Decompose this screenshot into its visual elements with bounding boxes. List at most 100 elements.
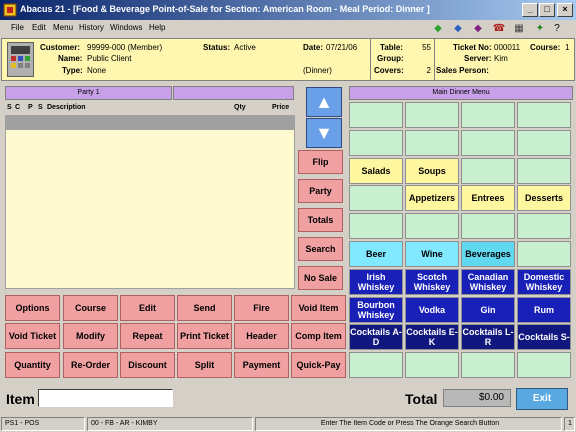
menu-cell-cocktails-l-r[interactable]: Cocktails L-R [461,324,515,351]
menu-cell-empty[interactable] [349,102,403,128]
table-label: Table: [380,43,403,52]
menu-cell-empty[interactable] [405,352,459,379]
menu-cell-empty[interactable] [405,102,459,128]
menu-cell-cocktails-e-k[interactable]: Cocktails E-K [405,324,459,351]
menu-history[interactable]: History [79,23,104,32]
order-item-list[interactable] [5,129,295,289]
menu-cell-vodka[interactable]: Vodka [405,296,459,323]
menu-cell-gin[interactable]: Gin [461,296,515,323]
menu-cell-soups[interactable]: Soups [405,157,459,184]
void-ticket-button[interactable]: Void Ticket [5,323,60,349]
salesperson-label: Sales Person: [436,66,489,75]
menu-cell-entrees[interactable]: Entrees [461,185,515,212]
menu-cell-cocktails-s[interactable]: Cocktails S- [517,324,571,351]
edit-button[interactable]: Edit [120,295,175,321]
total-label: Total [405,391,438,407]
run-icon[interactable]: ✦ [532,21,548,36]
menu-cell-empty[interactable] [349,185,403,212]
menu-title: Main Dinner Menu [349,86,573,100]
search-button[interactable]: Search [298,237,343,261]
menu-cell-empty[interactable] [349,352,403,379]
menu-windows[interactable]: Windows [110,23,142,32]
payment-button[interactable]: Payment [234,352,289,378]
menu-cell-appetizers[interactable]: Appetizers [405,185,459,212]
item-code-input[interactable] [38,389,173,407]
maximize-button[interactable]: □ [539,3,555,17]
menu-cell-empty[interactable] [461,102,515,128]
send-button[interactable]: Send [177,295,232,321]
arrow-left-icon[interactable]: ◆ [430,21,446,36]
void-item-button[interactable]: Void Item [291,295,346,321]
menu-cell-empty[interactable] [517,352,571,379]
close-button[interactable]: × [557,3,573,17]
type-label: Type: [62,66,83,75]
menu-cell-empty[interactable] [517,241,571,267]
menu-cell-empty[interactable] [405,129,459,156]
print-ticket-button[interactable]: Print Ticket [177,323,232,349]
menu-cell-beverages[interactable]: Beverages [461,241,515,267]
party-tab-empty[interactable] [173,86,294,100]
menu-cell-irish-whiskey[interactable]: Irish Whiskey [349,268,403,295]
menu-cell-empty[interactable] [461,129,515,156]
menu-cell-empty[interactable] [461,213,515,240]
menu-cell-scotch-whiskey[interactable]: Scotch Whiskey [405,268,459,295]
scroll-down-button[interactable]: ▼ [306,118,342,148]
menu-cell-salads[interactable]: Salads [349,157,403,184]
discount-button[interactable]: Discount [120,352,175,378]
phone-icon[interactable]: ☎ [491,21,507,36]
menu-cell-bourbon-whiskey[interactable]: Bourbon Whiskey [349,296,403,323]
totals-button[interactable]: Totals [298,208,343,232]
scroll-up-button[interactable]: ▲ [306,87,342,117]
menu-cell-empty[interactable] [349,213,403,240]
menu-menu[interactable]: Menu [53,23,73,32]
arrow-right-icon[interactable]: ◆ [450,21,466,36]
repeat-button[interactable]: Repeat [120,323,175,349]
calculator-icon[interactable]: ▦ [511,21,527,36]
party-tab[interactable]: Party 1 [5,86,172,100]
header-button[interactable]: Header [234,323,289,349]
menu-cell-cocktails-a-d[interactable]: Cocktails A-D [349,324,403,351]
menu-edit[interactable]: Edit [32,23,46,32]
customer-label: Customer: [40,43,81,52]
fire-button[interactable]: Fire [234,295,289,321]
modify-button[interactable]: Modify [63,323,118,349]
split-button[interactable]: Split [177,352,232,378]
no-sale-button[interactable]: No Sale [298,266,343,290]
menu-cell-beer[interactable]: Beer [349,241,403,267]
menu-file[interactable]: File [11,23,24,32]
menu-cell-empty[interactable] [517,213,571,240]
app-icon [3,3,17,17]
help-icon[interactable]: ? [549,21,565,36]
server-value: Kim [494,54,508,63]
diamond-icon[interactable]: ◆ [470,21,486,36]
menu-cell-empty[interactable] [517,102,571,128]
course-button[interactable]: Course [63,295,118,321]
exit-button[interactable]: Exit [516,388,568,410]
header-divider [370,39,371,80]
options-button[interactable]: Options [5,295,60,321]
window-title: Abacus 21 - [Food & Beverage Point-of-Sa… [20,4,430,14]
menu-cell-wine[interactable]: Wine [405,241,459,267]
party-button[interactable]: Party [298,179,343,203]
menu-cell-canadian-whiskey[interactable]: Canadian Whiskey [461,268,515,295]
menu-cell-rum[interactable]: Rum [517,296,571,323]
selected-row[interactable] [5,115,295,129]
menu-cell-empty[interactable] [517,129,571,156]
ticket-header-panel: Customer: 99999-000 (Member) Name: Publi… [1,38,575,81]
menu-cell-empty[interactable] [517,157,571,184]
flip-button[interactable]: Flip [298,150,343,174]
menu-cell-empty[interactable] [349,129,403,156]
minimize-button[interactable]: _ [522,3,538,17]
quantity-button[interactable]: Quantity [5,352,60,378]
menu-cell-desserts[interactable]: Desserts [517,185,571,212]
menu-cell-empty[interactable] [405,213,459,240]
re-order-button[interactable]: Re-Order [63,352,118,378]
terminal-logo-icon [7,42,34,77]
server-label: Server: [464,54,492,63]
menu-cell-empty[interactable] [461,157,515,184]
menu-help[interactable]: Help [149,23,165,32]
menu-cell-domestic-whiskey[interactable]: Domestic Whiskey [517,268,571,295]
quick-pay-button[interactable]: Quick-Pay [291,352,346,378]
menu-cell-empty[interactable] [461,352,515,379]
comp-item-button[interactable]: Comp Item [291,323,346,349]
